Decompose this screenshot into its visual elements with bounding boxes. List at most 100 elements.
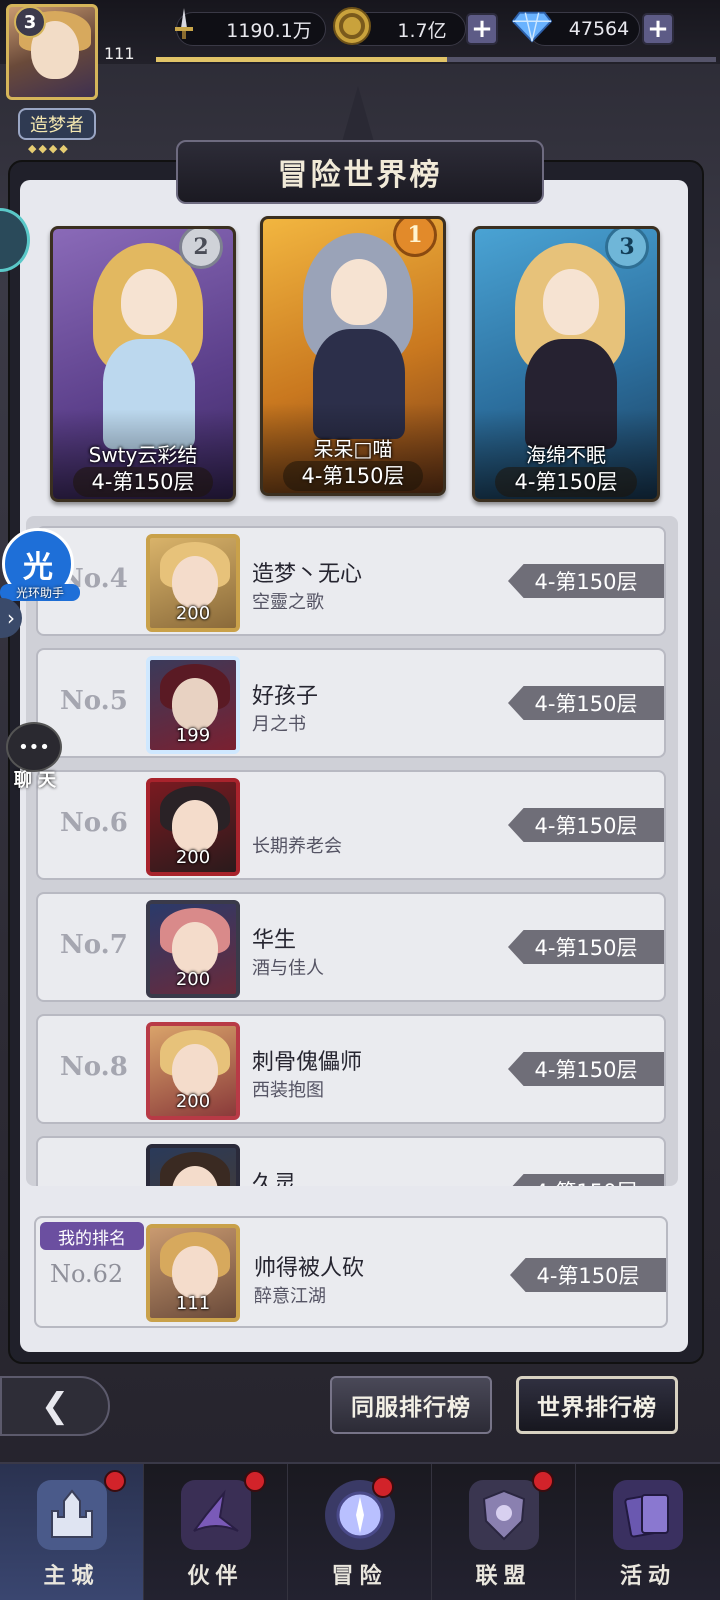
castle-icon	[36, 1480, 107, 1550]
add-diamond-button[interactable]: +	[642, 13, 674, 45]
player-title-badge[interactable]: 造梦者	[18, 108, 96, 140]
player-portrait: 199	[146, 656, 240, 754]
cards-icon	[613, 1480, 683, 1550]
player-portrait: 200	[146, 1022, 240, 1120]
rank-list[interactable]: No.4 200 造梦丶无心 空靈之歌 4-第150层 No.5 199 好孩子…	[26, 516, 678, 1186]
avatar-level-badge: 3	[14, 6, 46, 38]
player-name: 好孩子	[252, 684, 319, 709]
gold-medal-icon: 1	[393, 219, 437, 257]
shield-icon	[468, 1480, 539, 1550]
podium-name: Swty云彩结	[88, 443, 198, 467]
my-rank-label: 我的排名	[40, 1222, 144, 1250]
nav-label: 冒险	[331, 1564, 388, 1589]
notification-dot	[532, 1470, 554, 1492]
portrait-level: 200	[175, 969, 211, 990]
rank-number: No.7	[60, 930, 128, 960]
diamond-value: 47564	[568, 18, 630, 40]
nav-label: 活动	[619, 1564, 676, 1589]
back-button[interactable]: ❮	[0, 1376, 110, 1436]
add-gold-button[interactable]: +	[466, 13, 498, 45]
page-title: 冒险世界榜	[176, 140, 544, 204]
player-portrait: 200	[146, 778, 240, 876]
portrait-level: 200	[175, 847, 211, 868]
chat-bubble-icon: •••	[6, 722, 62, 772]
my-portrait: 111	[146, 1224, 240, 1322]
nav-item-alliance[interactable]: 联盟	[432, 1464, 576, 1600]
floor-badge: 4-第150层	[508, 1052, 664, 1086]
assistant-label: 光环助手	[0, 584, 80, 601]
diamond-icon	[512, 6, 552, 46]
player-portrait: 200	[146, 900, 240, 998]
podium-card-rank-2[interactable]: Swty云彩结 4-第150层 2	[50, 226, 236, 502]
floor-badge: 4-第150层	[508, 930, 664, 964]
floor-badge: 4-第150层	[508, 1174, 664, 1186]
guild-name: 酒与佳人	[252, 958, 324, 979]
nav-label: 主城	[43, 1564, 100, 1589]
sword-icon	[164, 4, 204, 44]
bottom-nav: 主城 伙伴 冒险 联盟 活动	[0, 1462, 720, 1600]
chat-button[interactable]: •••	[6, 722, 62, 772]
podium-name: 海绵不眠	[526, 443, 606, 467]
nav-item-events[interactable]: 活动	[576, 1464, 720, 1600]
podium-floor: 4-第150层	[495, 467, 637, 497]
floor-badge: 4-第150层	[508, 808, 664, 842]
nav-label: 联盟	[475, 1564, 532, 1589]
gold-coin-icon	[332, 6, 372, 46]
player-level: 111	[104, 44, 135, 63]
server-rank-tab[interactable]: 同服排行榜	[330, 1376, 492, 1434]
player-name: 久灵	[252, 1172, 297, 1186]
guild-name: 空靈之歌	[252, 592, 324, 613]
rank-number: No.6	[60, 808, 128, 838]
gold-value: 1.7亿	[397, 19, 447, 42]
my-rank-row[interactable]: 我的排名 No.62 111 帅得被人砍 醉意江湖 4-第150层	[34, 1216, 668, 1328]
portrait-level: 200	[175, 603, 211, 624]
guild-name: 月之书	[252, 714, 306, 735]
nav-item-adventure[interactable]: 冒险	[288, 1464, 432, 1600]
notification-dot	[104, 1470, 126, 1492]
podium-floor: 4-第150层	[283, 461, 423, 491]
portrait-level: 199	[175, 725, 211, 746]
rank-number: No.8	[60, 1052, 128, 1082]
nav-label: 伙伴	[187, 1564, 244, 1589]
rank-number: No.5	[60, 686, 128, 716]
guild-name: 醉意江湖	[254, 1286, 326, 1307]
player-name: 刺骨傀儡师	[252, 1050, 363, 1075]
power-value: 1190.1万	[226, 19, 312, 42]
podium-card-rank-1[interactable]: 呆呆□喵 4-第150层 1	[260, 216, 446, 496]
player-name: 帅得被人砍	[254, 1256, 365, 1281]
rank-row[interactable]: No.4 200 造梦丶无心 空靈之歌 4-第150层	[36, 526, 666, 636]
podium-name: 呆呆□喵	[313, 437, 393, 461]
notification-dot	[372, 1476, 394, 1498]
guild-name: 长期养老会	[252, 836, 342, 857]
podium-floor: 4-第150层	[73, 467, 213, 497]
floor-badge: 4-第150层	[508, 564, 664, 598]
player-name: 华生	[252, 928, 297, 953]
floor-badge: 4-第150层	[510, 1258, 666, 1292]
nav-item-partners[interactable]: 伙伴	[144, 1464, 288, 1600]
experience-bar	[156, 57, 716, 62]
title-stars: ◆◆◆◆	[28, 142, 70, 155]
chat-label: 聊 天	[13, 770, 57, 791]
guild-name: 西装抱图	[252, 1080, 324, 1101]
player-portrait	[146, 1144, 240, 1186]
my-rank-number: No.62	[50, 1260, 124, 1288]
portrait-level: 111	[175, 1293, 211, 1314]
floor-badge: 4-第150层	[508, 686, 664, 720]
rank-row[interactable]: 久灵 4-第150层	[36, 1136, 666, 1186]
notification-dot	[244, 1470, 266, 1492]
panel-crest	[342, 86, 374, 142]
back-arrow-icon: ❮	[40, 1386, 70, 1426]
witch-hat-icon	[180, 1480, 251, 1550]
bronze-medal-icon: 3	[605, 229, 649, 269]
player-name: 造梦丶无心	[252, 562, 363, 587]
world-rank-tab[interactable]: 世界排行榜	[516, 1376, 678, 1434]
silver-medal-icon: 2	[179, 229, 223, 269]
rank-row[interactable]: No.7 200 华生 酒与佳人 4-第150层	[36, 892, 666, 1002]
nav-item-main-city[interactable]: 主城	[0, 1464, 144, 1600]
rank-row[interactable]: No.5 199 好孩子 月之书 4-第150层	[36, 648, 666, 758]
portrait-level: 200	[175, 1091, 211, 1112]
rank-row[interactable]: No.6 200 长期养老会 4-第150层	[36, 770, 666, 880]
rank-row[interactable]: No.8 200 刺骨傀儡师 西装抱图 4-第150层	[36, 1014, 666, 1124]
player-portrait: 200	[146, 534, 240, 632]
podium-card-rank-3[interactable]: 海绵不眠 4-第150层 3	[472, 226, 660, 502]
